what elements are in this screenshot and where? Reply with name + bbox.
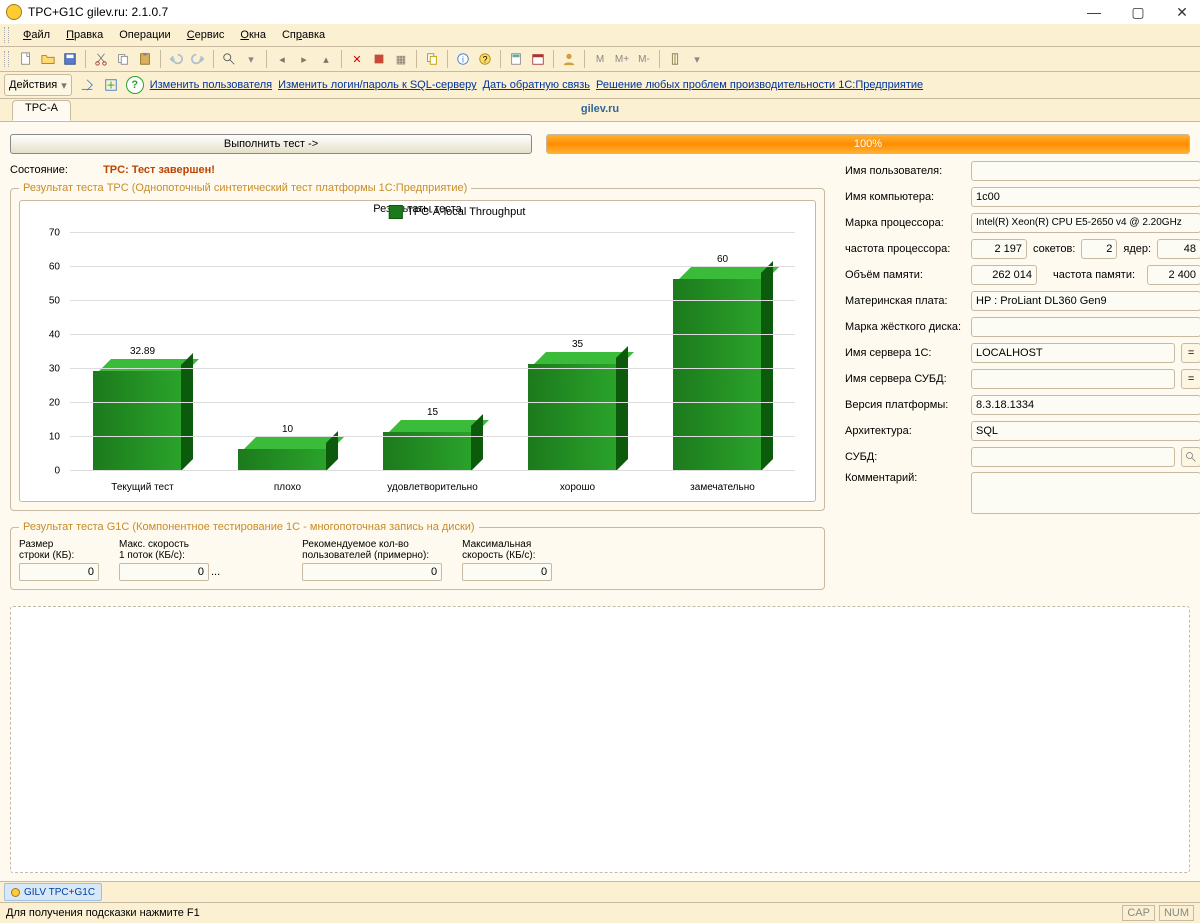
toolbar-grip[interactable] xyxy=(4,51,9,67)
link-up-icon[interactable]: ▴ xyxy=(317,50,335,68)
window-title: TPC+G1C gilev.ru: 2.1.0.7 xyxy=(28,5,1082,19)
comment-field[interactable] xyxy=(971,472,1200,514)
motherboard-field[interactable]: HP : ProLiant DL360 Gen9 xyxy=(971,291,1200,311)
copy-icon[interactable] xyxy=(114,50,132,68)
action-icon-2[interactable] xyxy=(102,76,120,94)
app-icon xyxy=(6,4,22,20)
hdd-field[interactable] xyxy=(971,317,1200,337)
status-value: TPC: Тест завершен! xyxy=(103,164,215,176)
tool-dropdown-icon[interactable]: ▾ xyxy=(688,50,706,68)
gilev-link[interactable]: gilev.ru xyxy=(581,103,619,115)
g1c-value-2: 0 xyxy=(302,563,442,581)
new-doc-icon[interactable] xyxy=(17,50,35,68)
toolbar: ▾ ◂ ▸ ▴ ✕ ▦ i ? M M+ M- ▾ xyxy=(0,47,1200,72)
action-link-0[interactable]: Изменить пользователя xyxy=(150,79,272,91)
help-icon[interactable]: ? xyxy=(476,50,494,68)
g1c-label-1: Макс. скорость1 поток (КБ/с): xyxy=(119,539,222,561)
run-test-button[interactable]: Выполнить тест -> xyxy=(10,134,532,154)
menu-item-3[interactable]: Сервис xyxy=(181,27,231,43)
menu-item-1[interactable]: Правка xyxy=(60,27,109,43)
username-field[interactable] xyxy=(971,161,1200,181)
copy-doc-icon[interactable] xyxy=(423,50,441,68)
server1c-eq-button[interactable]: = xyxy=(1181,343,1200,363)
ram-field[interactable]: 262 014 xyxy=(971,265,1037,285)
grid-icon[interactable]: ▦ xyxy=(392,50,410,68)
menubar: ФайлПравкаОперации СервисОкнаСправка xyxy=(0,24,1200,47)
redo-icon[interactable] xyxy=(189,50,207,68)
action-link-3[interactable]: Решение любых проблем производительности… xyxy=(596,79,923,91)
platver-field[interactable]: 8.3.18.1334 xyxy=(971,395,1200,415)
cpufreq-field[interactable]: 2 197 xyxy=(971,239,1027,259)
stop-icon[interactable] xyxy=(370,50,388,68)
statusbar: Для получения подсказки нажмите F1 CAP N… xyxy=(0,902,1200,923)
paste-icon[interactable] xyxy=(136,50,154,68)
g1c-value-1: 0 xyxy=(119,563,209,581)
menu-item-5[interactable]: Справка xyxy=(276,27,331,43)
calendar-icon[interactable] xyxy=(529,50,547,68)
chart: Результаты теста TPC-A-local Throughput … xyxy=(19,200,816,502)
maximize-button[interactable]: ▢ xyxy=(1126,1,1150,23)
help-round-icon[interactable]: ? xyxy=(126,76,144,94)
calc-icon[interactable] xyxy=(507,50,525,68)
status-hint: Для получения подсказки нажмите F1 xyxy=(6,907,200,919)
g1c-label-2: Рекомендуемое кол-вопользователей (приме… xyxy=(302,539,442,561)
cancel-icon[interactable]: ✕ xyxy=(348,50,366,68)
g1c-result-fieldset: Результат теста G1C (Компонентное тестир… xyxy=(10,521,825,590)
cut-icon[interactable] xyxy=(92,50,110,68)
status-line: Состояние: TPC: Тест завершен! xyxy=(10,164,825,176)
menu-item-2[interactable]: Операции xyxy=(113,27,176,43)
serverdb-eq-button[interactable]: = xyxy=(1181,369,1200,389)
minimize-button[interactable]: — xyxy=(1082,1,1106,23)
save-icon[interactable] xyxy=(61,50,79,68)
bottom-panel xyxy=(10,606,1190,873)
computer-field[interactable]: 1c00 xyxy=(971,187,1200,207)
chart-legend: TPC-A-local Throughput xyxy=(389,205,525,219)
tool-last-icon[interactable] xyxy=(666,50,684,68)
tool2-icon[interactable]: ▾ xyxy=(242,50,260,68)
serverdb-field[interactable] xyxy=(971,369,1175,389)
g1c-label-0: Размерстроки (КБ): xyxy=(19,539,99,561)
menu-grip[interactable] xyxy=(4,27,9,43)
action-link-1[interactable]: Изменить логин/пароль к SQL-серверу xyxy=(278,79,477,91)
svg-text:i: i xyxy=(462,55,464,65)
server1c-field[interactable]: LOCALHOST xyxy=(971,343,1175,363)
find-icon[interactable] xyxy=(220,50,238,68)
action-link-2[interactable]: Дать обратную связь xyxy=(483,79,590,91)
actions-dropdown[interactable]: Действия▾ xyxy=(4,74,72,96)
menu-item-4[interactable]: Окна xyxy=(234,27,272,43)
g1c-label-3: Максимальнаяскорость (КБ/с): xyxy=(462,539,552,561)
arch-field[interactable]: SQL xyxy=(971,421,1200,441)
tabstrip: TPC-A gilev.ru xyxy=(0,99,1200,121)
subd-field[interactable] xyxy=(971,447,1175,467)
taskbar: GILV TPC+G1C xyxy=(0,881,1200,902)
titlebar: TPC+G1C gilev.ru: 2.1.0.7 — ▢ ✕ xyxy=(0,0,1200,24)
subd-search-button[interactable] xyxy=(1181,447,1200,467)
link-right-icon[interactable]: ▸ xyxy=(295,50,313,68)
cpu-field[interactable]: Intel(R) Xeon(R) CPU E5-2650 v4 @ 2.20GH… xyxy=(971,213,1200,233)
cap-indicator: CAP xyxy=(1122,905,1155,921)
mplus-icon[interactable]: M+ xyxy=(613,50,631,68)
g1c-value-0: 0 xyxy=(19,563,99,581)
ramfreq-field[interactable]: 2 400 xyxy=(1147,265,1200,285)
svg-text:?: ? xyxy=(483,55,488,65)
open-icon[interactable] xyxy=(39,50,57,68)
m-icon[interactable]: M xyxy=(591,50,609,68)
taskbar-item[interactable]: GILV TPC+G1C xyxy=(4,883,102,901)
cores-field[interactable]: 48 xyxy=(1157,239,1200,259)
progress-bar: 100% xyxy=(546,134,1190,154)
action-icon-1[interactable] xyxy=(78,76,96,94)
sockets-field[interactable]: 2 xyxy=(1081,239,1117,259)
user-icon[interactable] xyxy=(560,50,578,68)
info-icon[interactable]: i xyxy=(454,50,472,68)
undo-icon[interactable] xyxy=(167,50,185,68)
tab-tpc-a[interactable]: TPC-A xyxy=(12,100,71,121)
close-button[interactable]: ✕ xyxy=(1170,1,1194,23)
g1c-value-3: 0 xyxy=(462,563,552,581)
tpc-result-fieldset: Результат теста TPC (Однопоточный синтет… xyxy=(10,182,825,511)
menu-item-0[interactable]: Файл xyxy=(17,27,56,43)
num-indicator: NUM xyxy=(1159,905,1194,921)
link-left-icon[interactable]: ◂ xyxy=(273,50,291,68)
mminus-icon[interactable]: M- xyxy=(635,50,653,68)
actionbar: Действия▾ ? Изменить пользователя Измени… xyxy=(0,72,1200,99)
